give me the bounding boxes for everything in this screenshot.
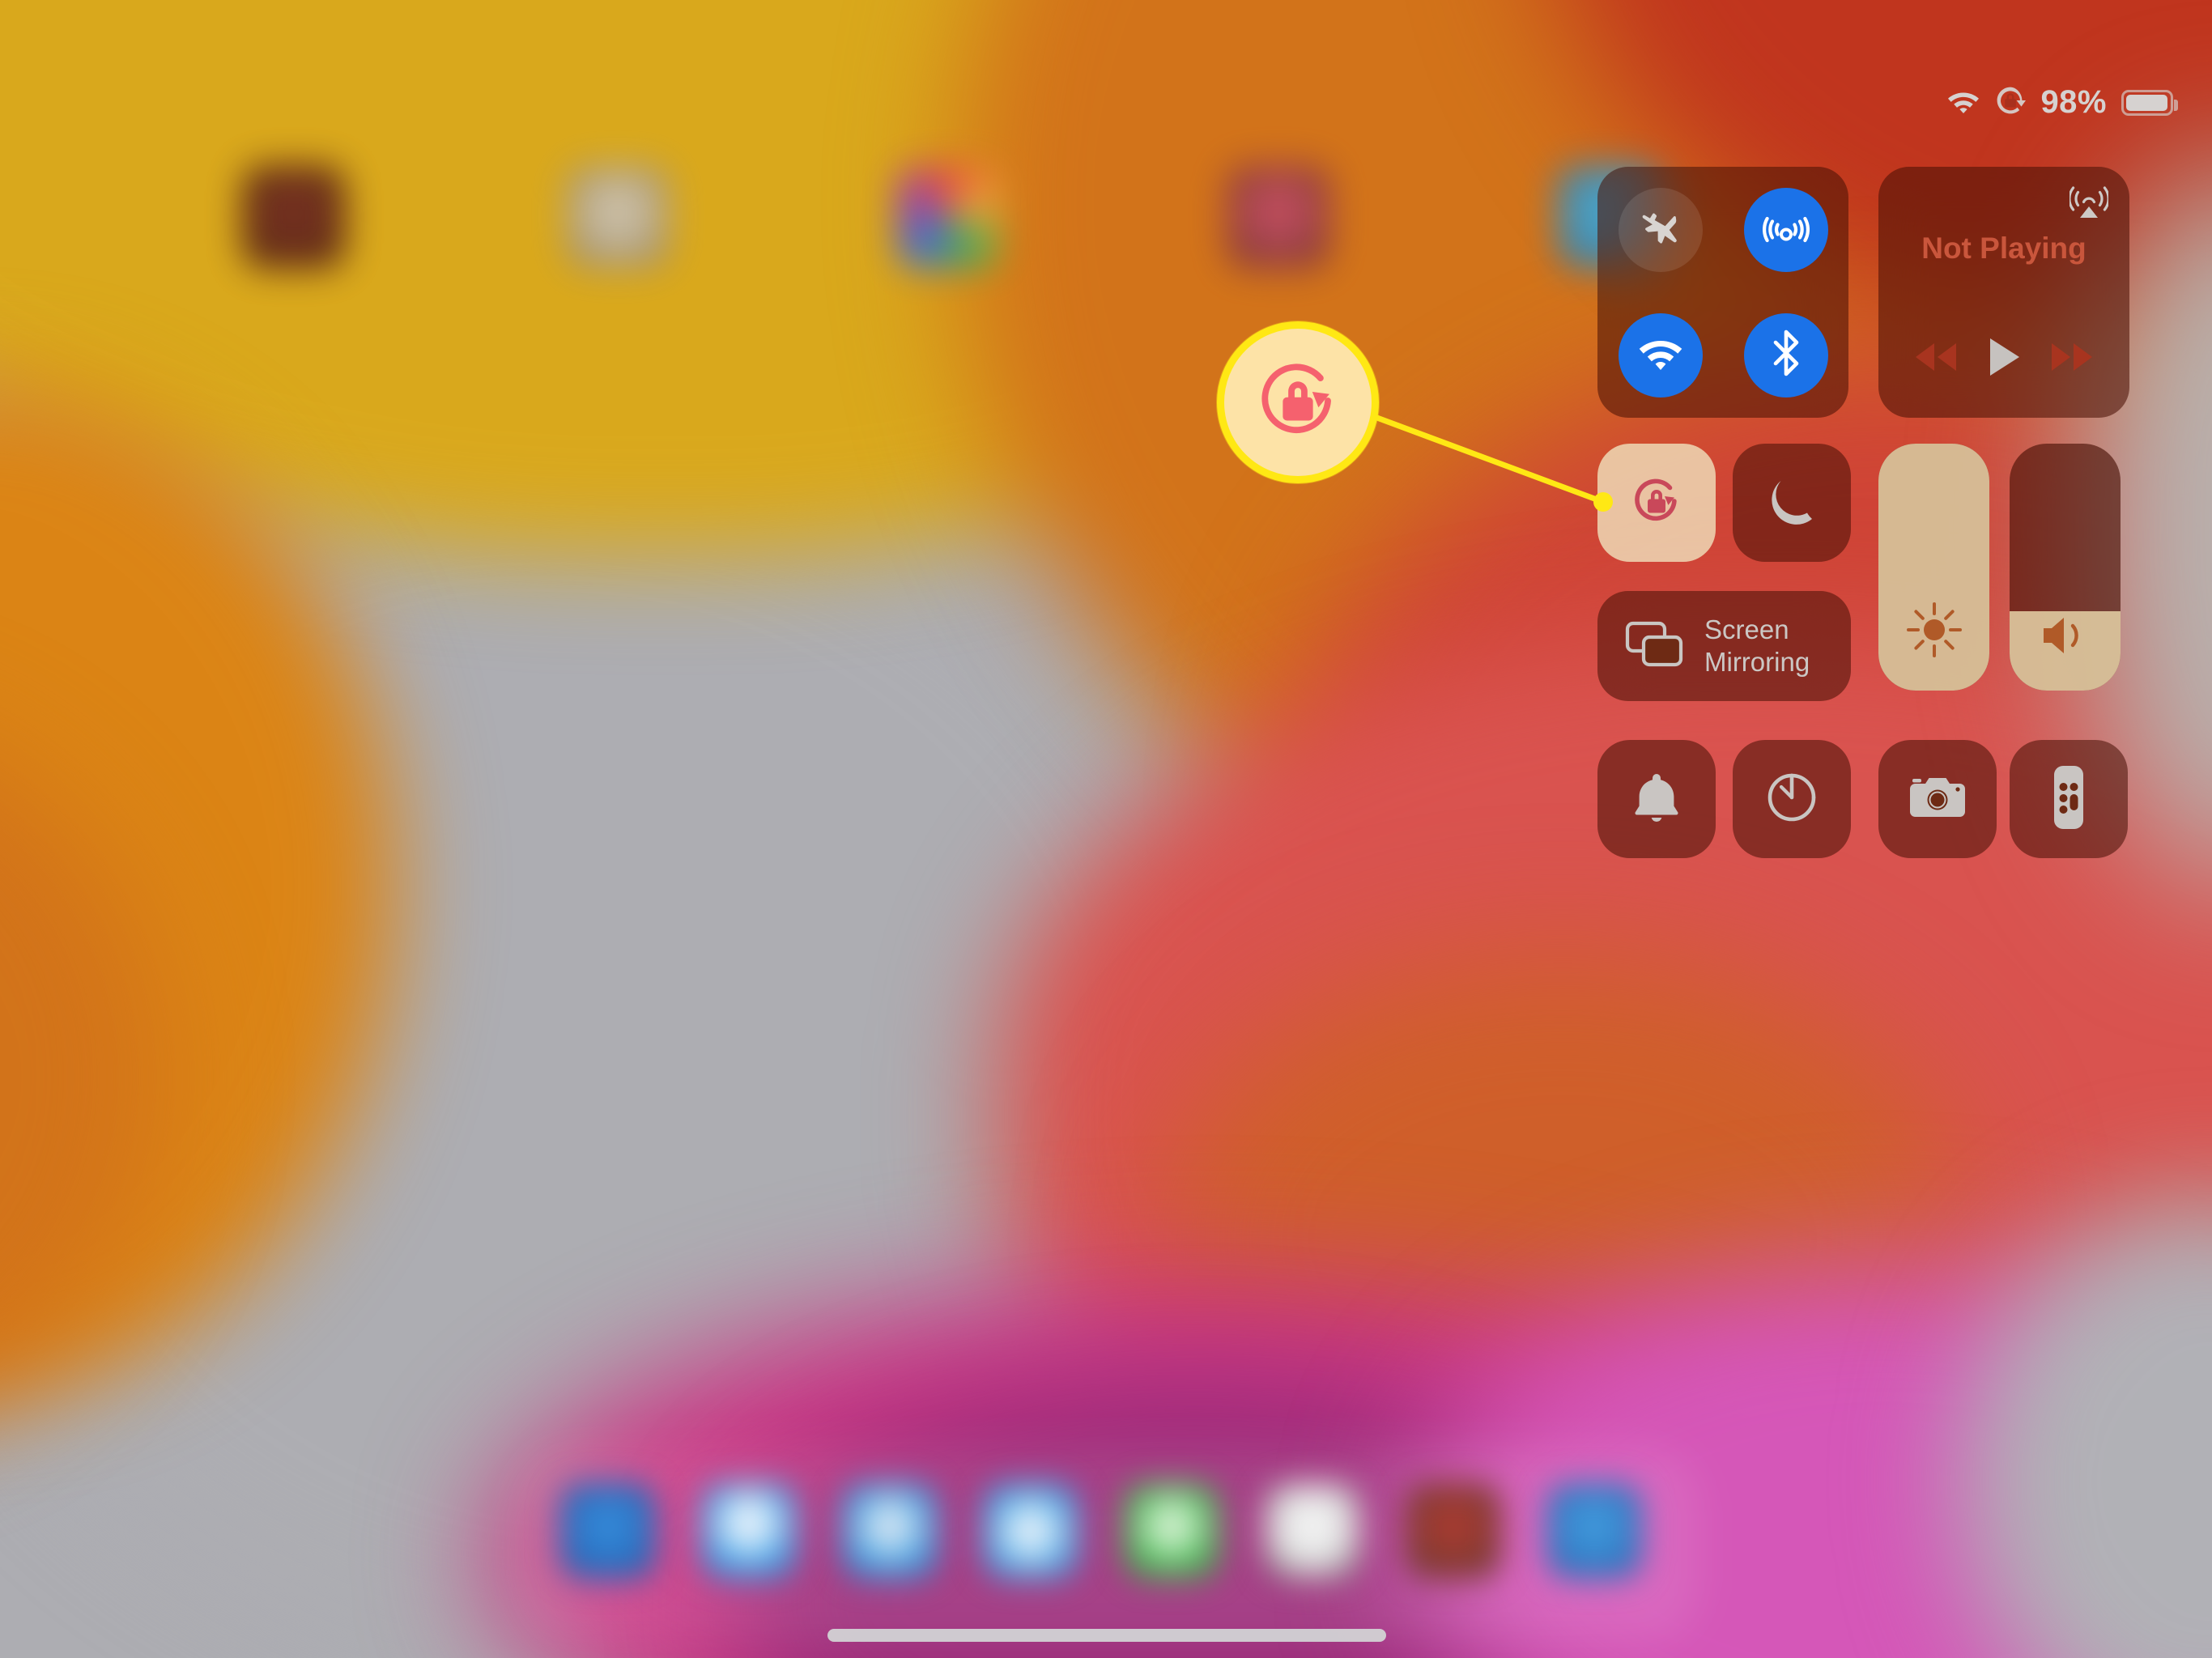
- connectivity-module: [1597, 167, 1848, 418]
- home-screen-app-icon: [1227, 166, 1329, 268]
- brightness-slider[interactable]: [1878, 444, 1989, 691]
- rotation-lock-icon: [1244, 347, 1351, 458]
- control-center: Not Playing Screen Mirroring: [1597, 167, 2129, 858]
- moon-icon: [1767, 474, 1817, 533]
- tv-remote-icon: [2051, 764, 2087, 835]
- screen-mirroring-icon: [1625, 619, 1683, 674]
- play-icon[interactable]: [1986, 336, 2022, 382]
- battery-percent-label: 98%: [2040, 84, 2107, 120]
- timer-button[interactable]: [1733, 740, 1851, 858]
- volume-slider[interactable]: [2010, 444, 2121, 691]
- home-screen-app-icon: [897, 166, 999, 268]
- airplane-mode-toggle[interactable]: [1618, 187, 1703, 272]
- alarm-button[interactable]: [1597, 740, 1716, 858]
- rewind-icon[interactable]: [1910, 340, 1962, 378]
- do-not-disturb-toggle[interactable]: [1733, 444, 1851, 562]
- media-controls: [1878, 336, 2129, 382]
- dock-app-icon: [1406, 1483, 1501, 1579]
- airplay-icon[interactable]: [2068, 185, 2110, 226]
- rotation-lock-icon: [1995, 85, 2027, 120]
- dock-app-icon: [1265, 1483, 1360, 1579]
- now-playing-module: Not Playing: [1878, 167, 2129, 418]
- dock-app-icon: [983, 1483, 1078, 1579]
- airdrop-toggle[interactable]: [1743, 187, 1828, 272]
- bell-icon: [1631, 770, 1682, 829]
- screen-mirroring-label-line1: Screen: [1704, 614, 1789, 644]
- apple-tv-remote-button[interactable]: [2010, 740, 2128, 858]
- bluetooth-icon: [1769, 329, 1803, 381]
- forward-icon[interactable]: [2046, 340, 2098, 378]
- rotation-lock-callout: [1217, 321, 1379, 483]
- screen-mirroring-label-line2: Mirroring: [1704, 647, 1810, 677]
- battery-icon: [2121, 89, 2178, 116]
- airplane-icon: [1638, 205, 1683, 254]
- camera-button[interactable]: [1878, 740, 1997, 858]
- dock-background: [518, 1449, 1700, 1643]
- ipad-screen: 98% Not Playing Screen Mirroring: [0, 0, 2212, 1658]
- timer-icon: [1764, 770, 1819, 829]
- rotation-lock-icon: [1625, 470, 1688, 537]
- rotation-lock-toggle[interactable]: [1597, 444, 1716, 562]
- callout-anchor-dot: [1593, 492, 1613, 512]
- screen-mirroring-button[interactable]: Screen Mirroring: [1597, 591, 1851, 701]
- dock-app-icon: [1546, 1483, 1642, 1579]
- wifi-icon: [1946, 87, 1980, 117]
- now-playing-title: Not Playing: [1921, 232, 2087, 265]
- screen-mirroring-label: Screen Mirroring: [1704, 614, 1810, 679]
- wifi-toggle[interactable]: [1618, 312, 1703, 397]
- volume-icon: [2010, 611, 2121, 660]
- dock-app-icon: [701, 1483, 797, 1579]
- status-bar: 98%: [1946, 84, 2178, 121]
- home-screen-app-icon: [243, 166, 345, 268]
- home-indicator[interactable]: [827, 1629, 1386, 1642]
- brightness-icon: [1878, 600, 1989, 660]
- airdrop-icon: [1762, 204, 1810, 255]
- dock-app-icon: [842, 1483, 938, 1579]
- home-screen-app-icon: [567, 166, 669, 268]
- dock-app-icon: [1124, 1483, 1219, 1579]
- camera-icon: [1908, 773, 1967, 826]
- wifi-icon: [1637, 334, 1684, 376]
- dock-app-icon: [560, 1483, 656, 1579]
- bluetooth-toggle[interactable]: [1743, 312, 1828, 397]
